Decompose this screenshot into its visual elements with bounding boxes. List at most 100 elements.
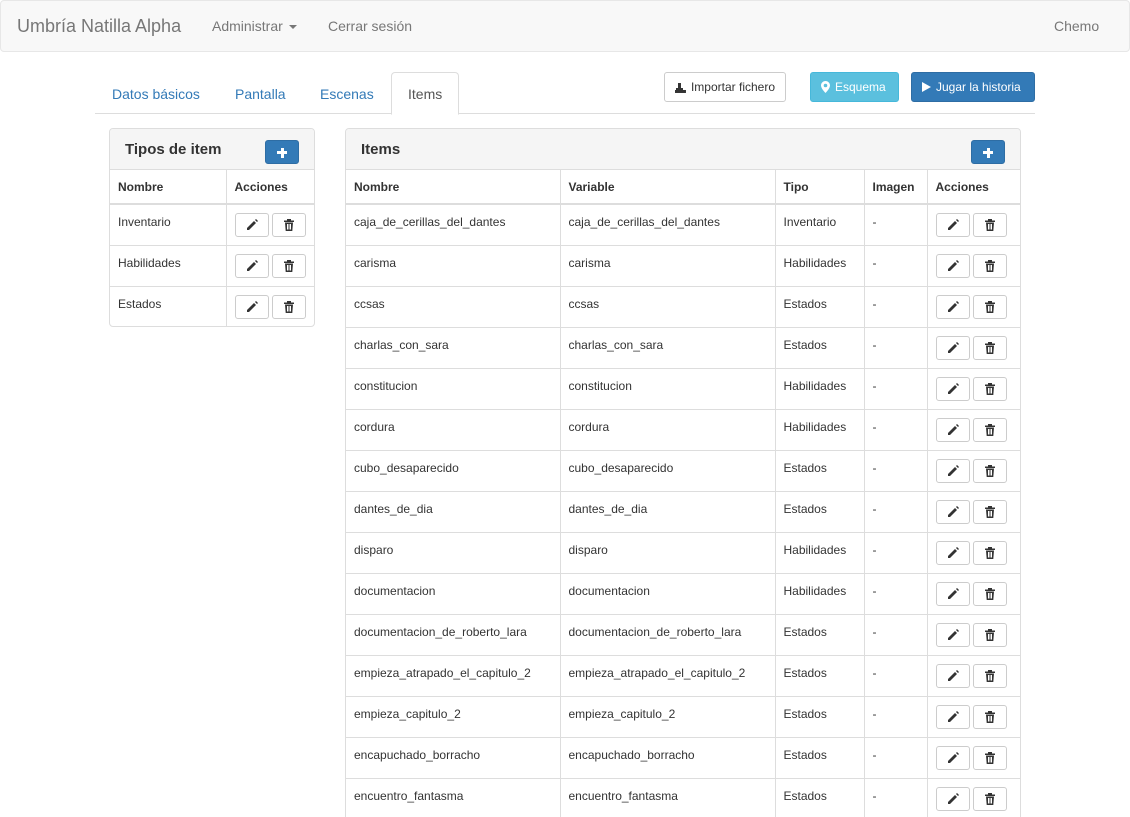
edit-button[interactable] (935, 213, 970, 237)
item-variable-cell: documentacion (560, 573, 776, 615)
type-name-cell: Inventario (110, 204, 227, 246)
edit-button[interactable] (935, 581, 970, 606)
delete-button[interactable] (972, 540, 1007, 565)
item-name-cell: carisma (346, 245, 561, 287)
table-row: carisma carisma Habilidades - (346, 245, 1020, 287)
actions-cell (226, 204, 314, 246)
edit-button[interactable] (935, 745, 970, 770)
admin-menu[interactable]: Administrar (212, 18, 297, 34)
item-image-cell: - (864, 450, 928, 492)
item-variable-cell: dantes_de_dia (560, 491, 776, 533)
item-type-cell: Estados (775, 737, 865, 779)
delete-button[interactable] (972, 376, 1007, 401)
delete-button[interactable] (972, 335, 1007, 360)
tab-datos-basicos[interactable]: Datos básicos (95, 72, 217, 114)
edit-button[interactable] (935, 786, 970, 811)
delete-button[interactable] (271, 294, 306, 319)
item-image-cell: - (864, 491, 928, 533)
item-types-header-row: Nombre Acciones (110, 170, 314, 205)
actions-cell (927, 532, 1020, 574)
brand-link[interactable]: Umbría Natilla Alpha (17, 16, 181, 37)
delete-button[interactable] (972, 417, 1007, 442)
delete-button[interactable] (972, 294, 1007, 319)
item-type-cell: Estados (775, 450, 865, 492)
table-row: constitucion constitucion Habilidades - (346, 368, 1020, 410)
schema-button[interactable]: Esquema (810, 72, 899, 102)
actions-cell (226, 286, 314, 326)
delete-button[interactable] (972, 704, 1007, 729)
import-file-button[interactable]: Importar fichero (664, 72, 786, 102)
edit-button[interactable] (234, 294, 269, 319)
delete-button[interactable] (271, 213, 306, 237)
schema-label: Esquema (835, 80, 886, 94)
table-row: cubo_desaparecido cubo_desaparecido Estado… (346, 450, 1020, 492)
edit-button[interactable] (935, 294, 970, 319)
item-type-cell: Habilidades (775, 409, 865, 451)
actions-cell (226, 245, 314, 287)
item-name-cell: charlas_con_sara (346, 327, 561, 369)
type-name-cell: Estados (110, 286, 227, 326)
play-icon (922, 82, 931, 92)
delete-button[interactable] (972, 663, 1007, 688)
edit-button[interactable] (935, 417, 970, 442)
actions-cell (927, 286, 1020, 328)
edit-button[interactable] (234, 213, 269, 237)
user-menu[interactable]: Chemo (1054, 18, 1099, 34)
edit-button[interactable] (935, 663, 970, 688)
item-name-cell: empieza_atrapado_el_capitulo_2 (346, 655, 561, 697)
edit-button[interactable] (935, 540, 970, 565)
logout-link[interactable]: Cerrar sesión (328, 18, 412, 34)
item-variable-cell: carisma (560, 245, 776, 287)
type-name-cell: Habilidades (110, 245, 227, 287)
item-name-cell: encapuchado_borracho (346, 737, 561, 779)
add-item-button[interactable] (971, 140, 1005, 164)
table-row: documentacion documentacion Habilidades - (346, 573, 1020, 615)
item-name-cell: dantes_de_dia (346, 491, 561, 533)
item-image-cell: - (864, 409, 928, 451)
table-row: caja_de_cerillas_del_dantes caja_de_ceril… (346, 204, 1020, 246)
column-header: Nombre (110, 170, 227, 205)
tab-escenas[interactable]: Escenas (303, 72, 391, 114)
item-variable-cell: caja_de_cerillas_del_dantes (560, 204, 776, 246)
item-type-cell: Estados (775, 614, 865, 656)
edit-button[interactable] (935, 253, 970, 278)
edit-button[interactable] (935, 458, 970, 483)
item-variable-cell: encapuchado_borracho (560, 737, 776, 779)
item-variable-cell: ccsas (560, 286, 776, 328)
tab-pantalla[interactable]: Pantalla (218, 72, 303, 114)
edit-button[interactable] (234, 253, 269, 278)
edit-button[interactable] (935, 499, 970, 524)
actions-cell (927, 778, 1020, 817)
column-header: Variable (560, 170, 776, 205)
add-item-type-button[interactable] (265, 140, 299, 164)
item-image-cell: - (864, 573, 928, 615)
item-variable-cell: charlas_con_sara (560, 327, 776, 369)
actions-cell (927, 327, 1020, 369)
delete-button[interactable] (972, 581, 1007, 606)
map-marker-icon (821, 81, 830, 93)
actions-cell (927, 614, 1020, 656)
edit-button[interactable] (935, 622, 970, 647)
delete-button[interactable] (972, 745, 1007, 770)
delete-button[interactable] (972, 213, 1007, 237)
actions-cell (927, 409, 1020, 451)
delete-button[interactable] (972, 622, 1007, 647)
edit-button[interactable] (935, 376, 970, 401)
delete-button[interactable] (972, 253, 1007, 278)
edit-button[interactable] (935, 704, 970, 729)
item-type-cell: Estados (775, 696, 865, 738)
item-name-cell: caja_de_cerillas_del_dantes (346, 204, 561, 246)
edit-button[interactable] (935, 335, 970, 360)
tab-items[interactable]: Items (391, 72, 460, 115)
delete-button[interactable] (972, 458, 1007, 483)
item-variable-cell: documentacion_de_roberto_lara (560, 614, 776, 656)
delete-button[interactable] (972, 786, 1007, 811)
play-story-button[interactable]: Jugar la historia (911, 72, 1035, 102)
delete-button[interactable] (972, 499, 1007, 524)
item-variable-cell: disparo (560, 532, 776, 574)
delete-button[interactable] (271, 253, 306, 278)
caret-down-icon (288, 25, 297, 30)
item-image-cell: - (864, 778, 928, 817)
items-title: Items (361, 141, 401, 158)
item-image-cell: - (864, 368, 928, 410)
